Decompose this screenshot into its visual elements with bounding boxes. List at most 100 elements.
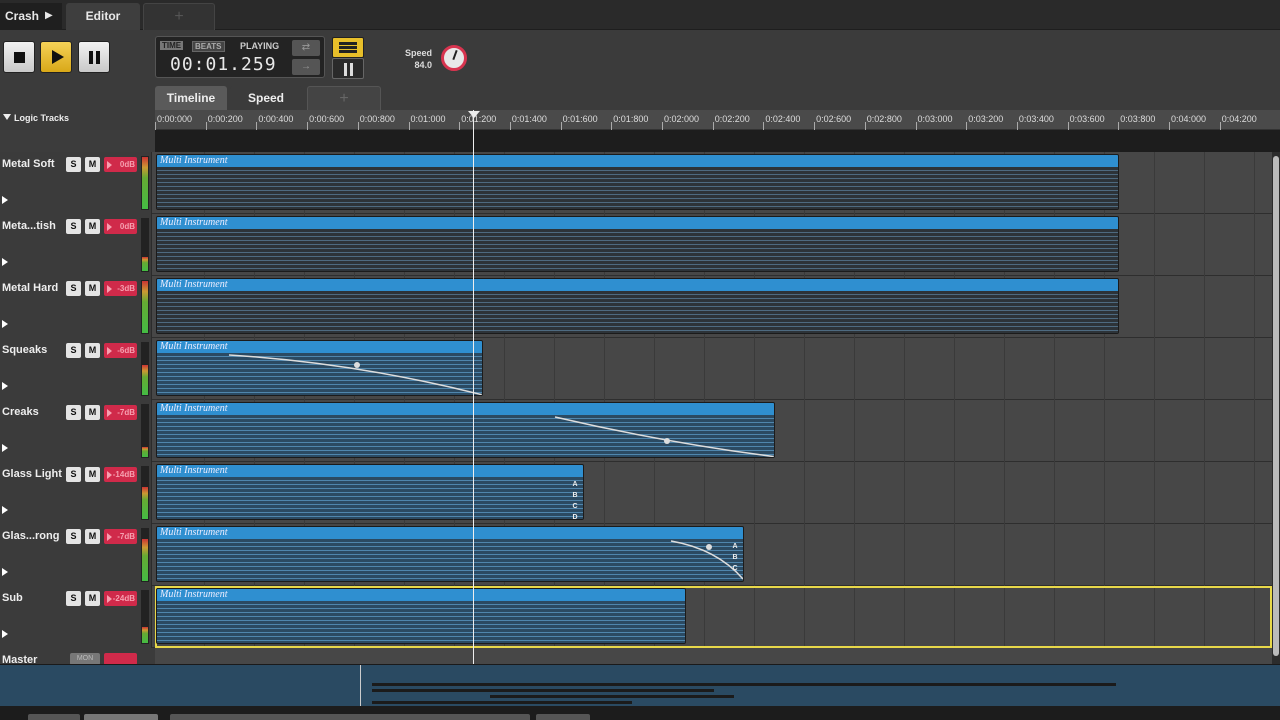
track-lane[interactable]: Multi Instrument — [155, 400, 1272, 462]
clip-waveform — [157, 229, 1118, 271]
track-lane[interactable]: Multi Instrument A B C D — [155, 462, 1272, 524]
mute-button[interactable]: M — [85, 591, 100, 606]
speed-knob[interactable] — [441, 45, 467, 71]
track-header[interactable]: Glass Light S M -14dB — [0, 462, 152, 524]
list-view-button[interactable] — [332, 37, 364, 58]
mute-button[interactable]: M — [85, 405, 100, 420]
volume-fader[interactable]: -7dB — [104, 529, 137, 544]
solo-button[interactable]: S — [66, 405, 81, 420]
solo-button[interactable]: S — [66, 467, 81, 482]
bottom-tab[interactable] — [28, 714, 80, 720]
track-row[interactable]: Sub S M -24dB Multi Instrument — [0, 586, 1272, 648]
clip[interactable]: Multi Instrument A B C D — [156, 464, 584, 520]
stop-button[interactable] — [3, 41, 35, 73]
track-row[interactable]: Metal Soft S M 0dB Multi Instrument — [0, 152, 1272, 214]
monitor-button[interactable]: MON — [70, 653, 100, 664]
tab-editor[interactable]: Editor — [66, 3, 140, 30]
tab-timeline[interactable]: Timeline — [155, 86, 227, 110]
track-lane[interactable]: Multi Instrument — [155, 152, 1272, 214]
track-header[interactable]: Metal Hard S M -3dB — [0, 276, 152, 338]
track-lane[interactable]: Multi Instrument A B C — [155, 524, 1272, 586]
expand-icon[interactable] — [2, 382, 8, 390]
clip[interactable]: Multi Instrument A B C — [156, 526, 744, 582]
scrollbar-thumb[interactable] — [1273, 156, 1279, 656]
expand-icon[interactable] — [2, 444, 8, 452]
track-lane[interactable]: Multi Instrument — [155, 586, 1272, 648]
volume-fader[interactable]: -14dB — [104, 467, 137, 482]
expand-icon[interactable] — [2, 320, 8, 328]
timeline-ruler[interactable]: 0:00:000 0:00:200 0:00:400 0:00:600 0:00:800… — [154, 110, 1280, 131]
solo-button[interactable]: S — [66, 157, 81, 172]
mute-button[interactable]: M — [85, 219, 100, 234]
timeline-overview[interactable] — [0, 664, 1280, 707]
bottom-tab[interactable] — [536, 714, 590, 720]
track-header[interactable]: Squeaks S M -6dB — [0, 338, 152, 400]
track-row[interactable]: Creaks S M -7dB Multi Instrument — [0, 400, 1272, 462]
automation-curve[interactable] — [157, 353, 482, 396]
track-row[interactable]: Glass Light S M -14dB Multi Instrument A B C D — [0, 462, 1272, 524]
bottom-tab[interactable] — [170, 714, 530, 720]
track-row[interactable]: Glas...rong S M -7dB Multi Instrument A B C — [0, 524, 1272, 586]
expand-icon[interactable] — [2, 506, 8, 514]
arrow-right-icon[interactable]: → — [292, 59, 320, 75]
loop-icon[interactable]: ⇄ — [292, 40, 320, 56]
time-mode-button[interactable]: TIME — [160, 41, 184, 50]
mute-button[interactable]: M — [85, 467, 100, 482]
tab-crash[interactable]: Crash ▶ — [0, 3, 62, 30]
ruler-lane — [155, 130, 1280, 152]
mute-button[interactable]: M — [85, 343, 100, 358]
vertical-scrollbar[interactable] — [1272, 152, 1280, 664]
clip[interactable]: Multi Instrument — [156, 278, 1119, 334]
clip[interactable]: Multi Instrument — [156, 216, 1119, 272]
track-header[interactable]: Glas...rong S M -7dB — [0, 524, 152, 586]
tab-speed[interactable]: Speed — [230, 86, 302, 110]
expand-icon[interactable] — [2, 568, 8, 576]
track-lane[interactable]: Multi Instrument — [155, 276, 1272, 338]
add-tab-button[interactable]: + — [143, 3, 215, 30]
playhead-handle[interactable] — [468, 111, 480, 118]
mute-button[interactable]: M — [85, 281, 100, 296]
automation-curve[interactable] — [157, 539, 743, 582]
clip[interactable]: Multi Instrument — [156, 402, 775, 458]
solo-button[interactable]: S — [66, 281, 81, 296]
expand-icon[interactable] — [2, 630, 8, 638]
pause-toggle-button[interactable] — [332, 58, 364, 79]
automation-curve[interactable] — [157, 415, 774, 458]
clip[interactable]: Multi Instrument — [156, 340, 483, 396]
level-meter — [141, 528, 149, 582]
volume-fader[interactable]: -6dB — [104, 343, 137, 358]
volume-fader[interactable]: 0dB — [104, 219, 137, 234]
bottom-tab[interactable] — [84, 714, 158, 720]
playhead[interactable] — [473, 110, 474, 664]
solo-button[interactable]: S — [66, 343, 81, 358]
play-button[interactable] — [40, 41, 72, 73]
clip[interactable]: Multi Instrument — [156, 588, 686, 644]
track-header[interactable]: Sub S M -24dB — [0, 586, 152, 648]
solo-button[interactable]: S — [66, 529, 81, 544]
volume-fader[interactable]: -24dB — [104, 591, 137, 606]
track-lane[interactable]: Multi Instrument — [155, 338, 1272, 400]
master-volume[interactable] — [104, 653, 137, 664]
track-row[interactable]: Squeaks S M -6dB Multi Instrument — [0, 338, 1272, 400]
expand-icon[interactable] — [2, 196, 8, 204]
volume-fader[interactable]: -3dB — [104, 281, 137, 296]
expand-icon[interactable] — [2, 258, 8, 266]
beats-mode-button[interactable]: BEATS — [192, 41, 225, 52]
track-lane[interactable]: Multi Instrument — [155, 214, 1272, 276]
volume-fader[interactable]: 0dB — [104, 157, 137, 172]
logic-tracks-header[interactable]: Logic Tracks — [0, 110, 155, 130]
track-row[interactable]: Meta...tish S M 0dB Multi Instrument — [0, 214, 1272, 276]
mute-button[interactable]: M — [85, 529, 100, 544]
clip[interactable]: Multi Instrument — [156, 154, 1119, 210]
track-header[interactable]: Meta...tish S M 0dB — [0, 214, 152, 276]
track-header[interactable]: Creaks S M -7dB — [0, 400, 152, 462]
track-header[interactable]: Metal Soft S M 0dB — [0, 152, 152, 214]
mute-button[interactable]: M — [85, 157, 100, 172]
track-row[interactable]: Metal Hard S M -3dB Multi Instrument — [0, 276, 1272, 338]
solo-button[interactable]: S — [66, 591, 81, 606]
volume-fader[interactable]: -7dB — [104, 405, 137, 420]
add-subtab-button[interactable]: + — [307, 86, 381, 110]
pause-button[interactable] — [78, 41, 110, 73]
track-name: Metal Hard — [2, 282, 59, 294]
solo-button[interactable]: S — [66, 219, 81, 234]
